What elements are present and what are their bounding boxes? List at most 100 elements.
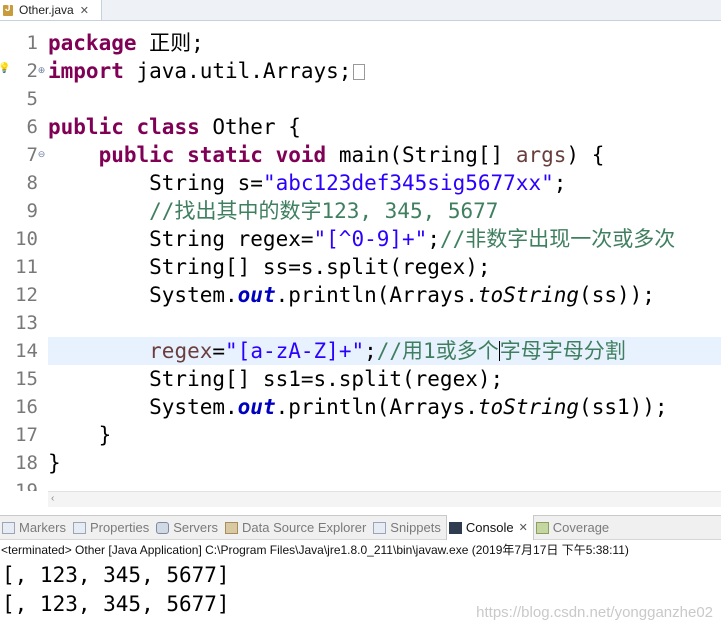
code-editor[interactable]: 1 package 正则; 2 ⊕ import java.util.Array… [0, 21, 721, 491]
tab-markers[interactable]: Markers [0, 516, 71, 540]
tab-label: Snippets [390, 520, 441, 535]
code-line: 18 } [0, 449, 721, 477]
code-segment: String s= [48, 171, 263, 195]
static-field: out [237, 283, 276, 307]
editor-horizontal-scrollbar[interactable]: ‹ [48, 491, 721, 507]
string-literal: "[^0-9]+" [313, 227, 428, 251]
code-line: 12 System.out.println(Arrays.toString(ss… [0, 281, 721, 309]
views-tab-bar: Markers Properties Servers Data Source E… [0, 515, 721, 540]
keyword: void [275, 143, 327, 167]
code-line: 9 //找出其中的数字123, 345, 5677 [0, 197, 721, 225]
close-icon[interactable]: ✕ [519, 521, 528, 534]
console-output-line: [, 123, 345, 5677] [2, 563, 230, 587]
code-line: 10 String regex="[^0-9]+";//非数字出现一次或多次 [0, 225, 721, 253]
code-segment: 正则; [136, 31, 204, 55]
code-line: 6 public class Other { [0, 113, 721, 141]
line-number: 8 [26, 172, 38, 194]
java-file-icon [3, 3, 15, 16]
code-text: package 正则; [48, 29, 721, 57]
code-text: String[] ss1=s.split(regex); [48, 365, 721, 393]
line-number: 12 [15, 284, 38, 306]
tab-console[interactable]: Console ✕ [445, 515, 534, 540]
comment: 字母字母分割 [499, 339, 626, 363]
line-number: 11 [15, 256, 38, 278]
tab-data-source-explorer[interactable]: Data Source Explorer [223, 516, 371, 540]
console-output-line: [, 123, 345, 5677] [2, 592, 230, 616]
console-output[interactable]: [, 123, 345, 5677] [, 123, 345, 5677] [2, 561, 230, 619]
close-icon[interactable]: ✕ [80, 4, 89, 17]
line-number: 7 [26, 144, 38, 166]
comment: //找出其中的数字123, 345, 5677 [149, 199, 499, 223]
code-text: public class Other { [48, 113, 721, 141]
tab-label: Data Source Explorer [242, 520, 367, 535]
keyword: static [187, 143, 263, 167]
code-text: String[] ss=s.split(regex); [48, 253, 721, 281]
keyword: package [48, 31, 137, 55]
keyword: public [48, 115, 124, 139]
code-segment: main(String[] [326, 143, 516, 167]
folded-imports-box[interactable] [353, 64, 366, 80]
line-number: 14 [15, 340, 38, 362]
code-segment: .println(Arrays. [275, 395, 478, 419]
code-segment: } [48, 423, 112, 447]
line-number: 16 [15, 396, 38, 418]
tab-properties[interactable]: Properties [71, 516, 154, 540]
code-text: import java.util.Arrays; [48, 57, 721, 85]
tab-coverage[interactable]: Coverage [534, 516, 614, 540]
code-segment: java.util.Arrays; [123, 59, 352, 83]
code-text: String s="abc123def345sig5677xx"; [48, 169, 721, 197]
code-line: 7 ⊖ public static void main(String[] arg… [0, 141, 721, 169]
code-text: //找出其中的数字123, 345, 5677 [48, 197, 721, 225]
line-number: 6 [26, 116, 38, 138]
line-number: 15 [15, 368, 38, 390]
code-segment: System. [48, 395, 238, 419]
current-code-line: 14 regex="[a-zA-Z]+";//用1或多个字母字母分割 [0, 337, 721, 365]
code-segment: String[] ss1=s.split(regex); [48, 367, 504, 391]
code-line: 15 String[] ss1=s.split(regex); [0, 365, 721, 393]
properties-icon [72, 521, 86, 534]
scroll-left-icon[interactable]: ‹ [51, 493, 54, 504]
line-number: 13 [15, 312, 38, 334]
code-segment: ; [364, 339, 377, 363]
code-text: System.out.println(Arrays.toString(ss1))… [48, 393, 721, 421]
code-segment: ; [553, 171, 567, 195]
console-status-line: <terminated> Other [Java Application] C:… [1, 543, 629, 557]
string-literal: "abc123def345sig5677xx" [262, 171, 554, 195]
expand-fold-icon[interactable]: ⊕ [37, 66, 46, 75]
keyword: public [98, 143, 175, 167]
tab-label: Console [465, 520, 514, 535]
keyword: import [48, 59, 124, 83]
line-number: 17 [15, 424, 38, 446]
tab-servers[interactable]: Servers [154, 516, 223, 540]
line-number: 1 [26, 32, 38, 54]
collapse-fold-icon[interactable]: ⊖ [37, 150, 46, 159]
code-text: String regex="[^0-9]+";//非数字出现一次或多次 [48, 225, 721, 253]
comment: //非数字出现一次或多次 [439, 227, 676, 251]
code-line: 2 ⊕ import java.util.Arrays; [0, 57, 721, 85]
servers-icon [156, 521, 170, 534]
line-number: 18 [15, 452, 38, 474]
comment: //用1或多个 [376, 339, 499, 363]
code-text: System.out.println(Arrays.toString(ss)); [48, 281, 721, 309]
code-text: regex="[a-zA-Z]+";//用1或多个字母字母分割 [48, 337, 721, 365]
line-number: 5 [26, 88, 38, 110]
tab-snippets[interactable]: Snippets [371, 516, 446, 540]
tab-label: Markers [19, 520, 66, 535]
console-icon [448, 521, 462, 534]
code-segment: System. [48, 283, 238, 307]
tab-label: Coverage [552, 520, 610, 535]
line-number: 2 [26, 60, 38, 82]
parameter-name: args [515, 143, 567, 167]
line-number: 9 [26, 200, 38, 222]
code-segment: .println(Arrays. [275, 283, 478, 307]
code-line: 8 String s="abc123def345sig5677xx"; [0, 169, 721, 197]
markers-icon [2, 521, 15, 534]
local-variable: regex [149, 339, 213, 363]
code-segment: (ss)); [579, 283, 655, 307]
code-line: 1 package 正则; [0, 29, 721, 57]
editor-tab-other-java[interactable]: Other.java ✕ [0, 0, 102, 20]
